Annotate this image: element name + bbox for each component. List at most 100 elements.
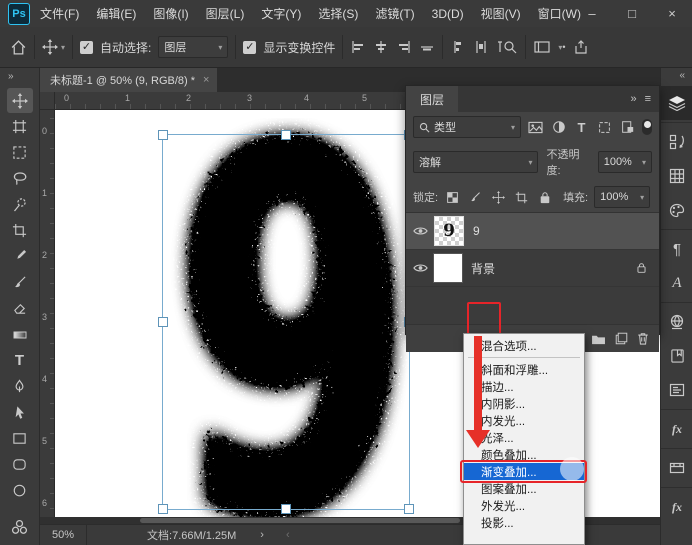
menu-item-outer-glow[interactable]: 外发光...: [464, 497, 584, 514]
new-group-icon[interactable]: [591, 333, 606, 345]
tab-close-icon[interactable]: ×: [203, 74, 209, 86]
paragraph-panel-dock-icon[interactable]: ¶: [661, 232, 692, 266]
distribute-horizontal-icon[interactable]: [473, 39, 489, 55]
transform-handle-top-mid[interactable]: [281, 130, 291, 140]
menu-item-inner-glow[interactable]: 内发光...: [464, 412, 584, 429]
menu-file[interactable]: 文件(F): [40, 5, 79, 22]
menu-select[interactable]: 选择(S): [318, 5, 358, 22]
timeline-panel-dock-icon[interactable]: [661, 451, 692, 485]
panel-menu-icon[interactable]: ≡: [645, 93, 651, 105]
eyedropper-tool-icon[interactable]: [7, 244, 33, 269]
align-right-icon[interactable]: [396, 39, 412, 55]
filter-toggle-switch[interactable]: [642, 119, 652, 135]
minimize-button[interactable]: –: [572, 6, 612, 21]
home-icon[interactable]: [10, 39, 27, 56]
blend-mode-dropdown[interactable]: 溶解 ▾: [413, 151, 538, 173]
status-prev-icon[interactable]: ‹: [286, 529, 290, 541]
layer-filter-type-dropdown[interactable]: 类型 ▾: [413, 116, 521, 138]
fill-field[interactable]: 100% ▾: [594, 186, 650, 208]
filter-adjustment-layers-icon[interactable]: [550, 119, 567, 136]
filter-shape-layers-icon[interactable]: [596, 119, 613, 136]
zoom-level-field[interactable]: 50%: [40, 525, 87, 545]
lock-transparency-icon[interactable]: [444, 189, 461, 206]
properties-panel-dock-icon[interactable]: [661, 373, 692, 407]
styles-panel-dock-icon[interactable]: fx: [661, 412, 692, 446]
delete-layer-icon[interactable]: [637, 332, 649, 345]
marquee-tool-icon[interactable]: [7, 140, 33, 165]
menu-filter[interactable]: 滤镜(T): [375, 5, 414, 22]
panel-collapse-icon[interactable]: »: [630, 93, 636, 105]
share-icon[interactable]: [573, 39, 589, 55]
artboard-tool-icon[interactable]: [7, 114, 33, 139]
opacity-field[interactable]: 100% ▾: [598, 151, 652, 173]
glyphs-panel-dock-icon[interactable]: [661, 305, 692, 339]
auto-select-target-dropdown[interactable]: 图层 ▾: [158, 36, 228, 58]
type-tool-icon[interactable]: T: [7, 348, 33, 373]
filter-type-layers-icon[interactable]: T: [573, 119, 590, 136]
lock-pixels-icon[interactable]: [467, 189, 484, 206]
align-left-icon[interactable]: [350, 39, 366, 55]
menu-layer[interactable]: 图层(L): [206, 5, 245, 22]
status-next-icon[interactable]: ›: [260, 529, 264, 541]
maximize-button[interactable]: □: [612, 6, 652, 21]
effects-panel-dock-icon[interactable]: fx: [661, 490, 692, 524]
layer-row-9[interactable]: 9 9: [406, 213, 659, 250]
gradient-tool-icon[interactable]: [7, 322, 33, 347]
layer-row-background[interactable]: 背景: [406, 250, 659, 287]
pen-tool-icon[interactable]: [7, 374, 33, 399]
layers-panel-tab[interactable]: 图层: [406, 86, 458, 112]
transform-bounding-box[interactable]: [162, 134, 410, 510]
visibility-eye-icon[interactable]: [406, 263, 434, 273]
edit-toolbar-icon[interactable]: [6, 515, 32, 540]
align-top-icon[interactable]: [419, 39, 435, 55]
history-panel-dock-icon[interactable]: [661, 125, 692, 159]
filter-pixel-layers-icon[interactable]: [527, 119, 544, 136]
layer-thumbnail[interactable]: [434, 254, 462, 282]
menu-3d[interactable]: 3D(D): [432, 7, 464, 21]
menu-item-blending-options[interactable]: 混合选项...: [464, 337, 584, 354]
layer-name[interactable]: 9: [473, 224, 480, 238]
menu-item-drop-shadow[interactable]: 投影...: [464, 514, 584, 531]
move-tool-options-icon[interactable]: ▾: [42, 39, 65, 55]
document-tab[interactable]: 未标题-1 @ 50% (9, RGB/8) * ×: [40, 68, 217, 92]
ellipse-tool-icon[interactable]: [7, 478, 33, 503]
layers-panel-dock-icon[interactable]: [661, 86, 692, 120]
menu-item-stroke[interactable]: 描边...: [464, 378, 584, 395]
menu-view[interactable]: 视图(V): [481, 5, 521, 22]
show-transform-checkbox[interactable]: ✓: [243, 41, 256, 54]
move-tool-icon[interactable]: [7, 88, 33, 113]
lasso-tool-icon[interactable]: [7, 166, 33, 191]
dock-collapse-icon[interactable]: «: [661, 68, 692, 86]
direct-selection-tool-icon[interactable]: [7, 400, 33, 425]
menu-item-pattern-overlay[interactable]: 图案叠加...: [464, 480, 584, 497]
rail-expand-icon[interactable]: »: [0, 68, 39, 87]
brush-tool-icon[interactable]: [7, 270, 33, 295]
rectangle-tool-icon[interactable]: [7, 426, 33, 451]
workspace-icon[interactable]: [533, 39, 551, 55]
transform-handle-top-left[interactable]: [158, 130, 168, 140]
menu-edit[interactable]: 编辑(E): [96, 5, 136, 22]
crop-tool-icon[interactable]: [7, 218, 33, 243]
layer-thumbnail[interactable]: 9: [434, 216, 464, 246]
lock-all-icon[interactable]: [536, 189, 553, 206]
scrollbar-thumb[interactable]: [140, 518, 460, 523]
close-button[interactable]: ×: [652, 6, 692, 21]
swatches-panel-dock-icon[interactable]: [661, 193, 692, 227]
auto-select-checkbox[interactable]: ✓: [80, 41, 93, 54]
rounded-rectangle-tool-icon[interactable]: [7, 452, 33, 477]
transform-handle-left-mid[interactable]: [158, 317, 168, 327]
lock-artboard-icon[interactable]: [513, 189, 530, 206]
eraser-tool-icon[interactable]: [7, 296, 33, 321]
transform-handle-bottom-right[interactable]: [404, 504, 414, 514]
libraries-panel-dock-icon[interactable]: [661, 339, 692, 373]
visibility-eye-icon[interactable]: [406, 226, 434, 236]
menu-item-inner-shadow[interactable]: 内阴影...: [464, 395, 584, 412]
menu-type[interactable]: 文字(Y): [261, 5, 301, 22]
align-search-icon[interactable]: [496, 39, 518, 55]
transform-handle-bottom-mid[interactable]: [281, 504, 291, 514]
menu-image[interactable]: 图像(I): [153, 5, 188, 22]
transform-handle-bottom-left[interactable]: [158, 504, 168, 514]
grid-panel-dock-icon[interactable]: [661, 159, 692, 193]
filter-smart-object-icon[interactable]: [619, 119, 636, 136]
new-layer-icon[interactable]: [615, 332, 628, 345]
